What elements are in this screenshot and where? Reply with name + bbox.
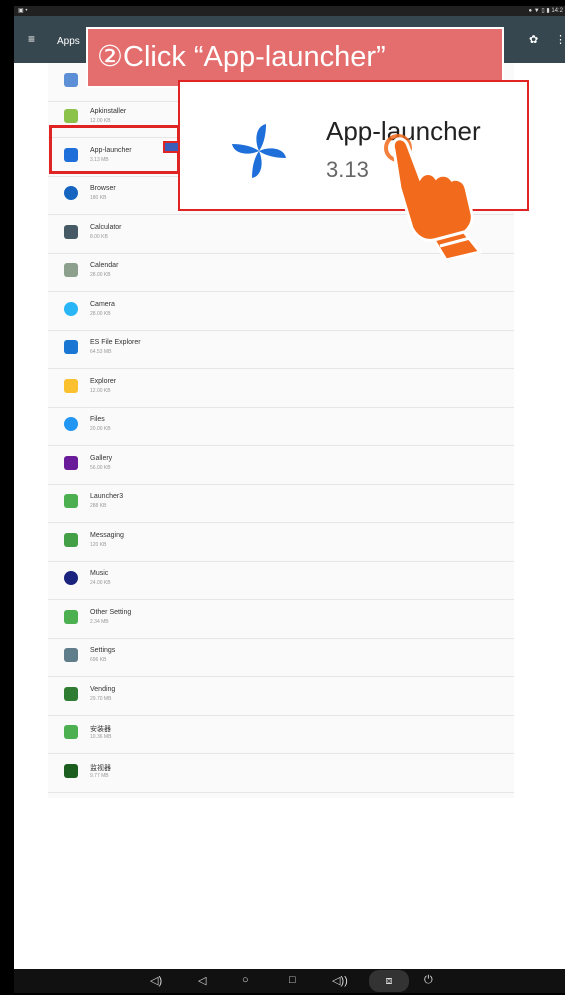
pointing-hand-icon: [384, 134, 483, 258]
pinwheel-icon: [232, 124, 286, 178]
list-item[interactable]: Launcher3 288 KB: [48, 484, 514, 523]
app-size: 8.00 KB: [90, 234, 108, 240]
app-size: 696 KB: [90, 657, 107, 663]
app-size: 64.53 MB: [90, 349, 112, 355]
recents-icon[interactable]: □: [289, 974, 296, 986]
app-size: 29.70 MB: [90, 696, 112, 702]
gallery-icon: [64, 456, 78, 470]
app-name: Vending: [90, 686, 116, 693]
app-size: 56.00 KB: [90, 465, 111, 471]
app-name: Calculator: [90, 224, 122, 231]
app-name: 监视器: [90, 765, 111, 772]
files-icon: [64, 417, 78, 431]
calendar-icon: [64, 263, 78, 277]
app-size: 12.00 KB: [90, 118, 111, 124]
list-item[interactable]: 监视器 9.77 MB: [48, 754, 514, 793]
android-box-icon: [64, 687, 78, 701]
app-name: ES File Explorer: [90, 339, 141, 346]
app-size: 2.34 MB: [90, 619, 109, 625]
app-size: 20.00 KB: [90, 426, 111, 432]
globe-icon: [64, 186, 78, 200]
app-name: Apkinstaller: [90, 108, 127, 115]
app-name: Files: [90, 416, 105, 423]
app-size: 9.77 MB: [90, 773, 109, 779]
app-name: Messaging: [90, 532, 124, 539]
app-name: 安装器: [90, 726, 111, 733]
volume-up-icon[interactable]: ◁)): [332, 974, 348, 987]
highlight-box: [49, 125, 180, 174]
camera-icon: [64, 302, 78, 316]
android-icon: [64, 109, 78, 123]
android-box-icon: [64, 725, 78, 739]
app-size: 120 KB: [90, 542, 107, 548]
app-size: 10.36 MB: [90, 734, 112, 740]
home-icon: [64, 494, 78, 508]
app-size: 180 KB: [90, 195, 107, 201]
list-item[interactable]: Explorer 12.00 KB: [48, 369, 514, 408]
app-size: 24.00 KB: [90, 580, 111, 586]
power-icon[interactable]: ⏻: [424, 974, 433, 987]
screenshot-icon[interactable]: ⧈: [369, 970, 409, 992]
list-item[interactable]: Music 24.00 KB: [48, 561, 514, 600]
volume-down-icon[interactable]: ◁): [150, 974, 162, 987]
app-name: Gallery: [90, 455, 113, 462]
home-icon[interactable]: ○: [242, 974, 249, 986]
list-item[interactable]: ES File Explorer 64.53 MB: [48, 330, 514, 369]
back-icon[interactable]: ◁: [198, 974, 206, 987]
settings-gear-icon[interactable]: ✿: [529, 33, 538, 46]
page-title: Apps: [57, 36, 80, 47]
app-name: Camera: [90, 301, 115, 308]
calculator-icon: [64, 225, 78, 239]
more-options-icon[interactable]: ⋮: [555, 33, 565, 46]
app-size: 12.00 KB: [90, 388, 111, 394]
list-item[interactable]: Other Setting 2.34 MB: [48, 600, 514, 639]
app-name: Calendar: [90, 262, 119, 269]
app-name: Settings: [90, 647, 116, 654]
instruction-banner: ②Click “App-launcher”: [86, 27, 504, 88]
list-item[interactable]: Gallery 56.00 KB: [48, 446, 514, 485]
menu-icon[interactable]: ≡: [28, 32, 35, 46]
status-left-icons: ▣ •: [18, 8, 28, 14]
app-name: Explorer: [90, 378, 117, 385]
android-box-icon: [64, 73, 78, 87]
list-item[interactable]: 安装器 10.36 MB: [48, 715, 514, 754]
app-name: Music: [90, 570, 109, 577]
cloud-folder-icon: [64, 340, 78, 354]
zoom-app-size: 3.13: [326, 157, 369, 182]
message-icon: [64, 533, 78, 547]
app-name: Other Setting: [90, 609, 132, 616]
list-item[interactable]: Vending 29.70 MB: [48, 677, 514, 716]
list-item[interactable]: Messaging 120 KB: [48, 523, 514, 562]
app-name: Launcher3: [90, 493, 124, 500]
list-item[interactable]: Settings 696 KB: [48, 638, 514, 677]
android-box-icon: [64, 764, 78, 778]
app-size: 288 KB: [90, 503, 107, 509]
android-box-icon: [64, 610, 78, 624]
status-bar: ▣ • ● ▼ ▯ ▮ 14:2: [14, 6, 565, 16]
app-size: 28.00 KB: [90, 272, 111, 278]
app-name: Browser: [90, 185, 116, 192]
list-item[interactable]: Files 20.00 KB: [48, 407, 514, 446]
gear-icon: [64, 648, 78, 662]
music-icon: [64, 571, 78, 585]
status-right-icons: ● ▼ ▯ ▮ 14:2: [528, 8, 563, 14]
list-item[interactable]: Camera 28.00 KB: [48, 292, 514, 331]
list-item[interactable]: Calendar 28.00 KB: [48, 253, 514, 292]
app-size: 28.00 KB: [90, 311, 111, 317]
navigation-bar: ◁) ◁ ○ □ ◁)) ⧈ ⏻: [14, 969, 565, 993]
folder-icon: [64, 379, 78, 393]
